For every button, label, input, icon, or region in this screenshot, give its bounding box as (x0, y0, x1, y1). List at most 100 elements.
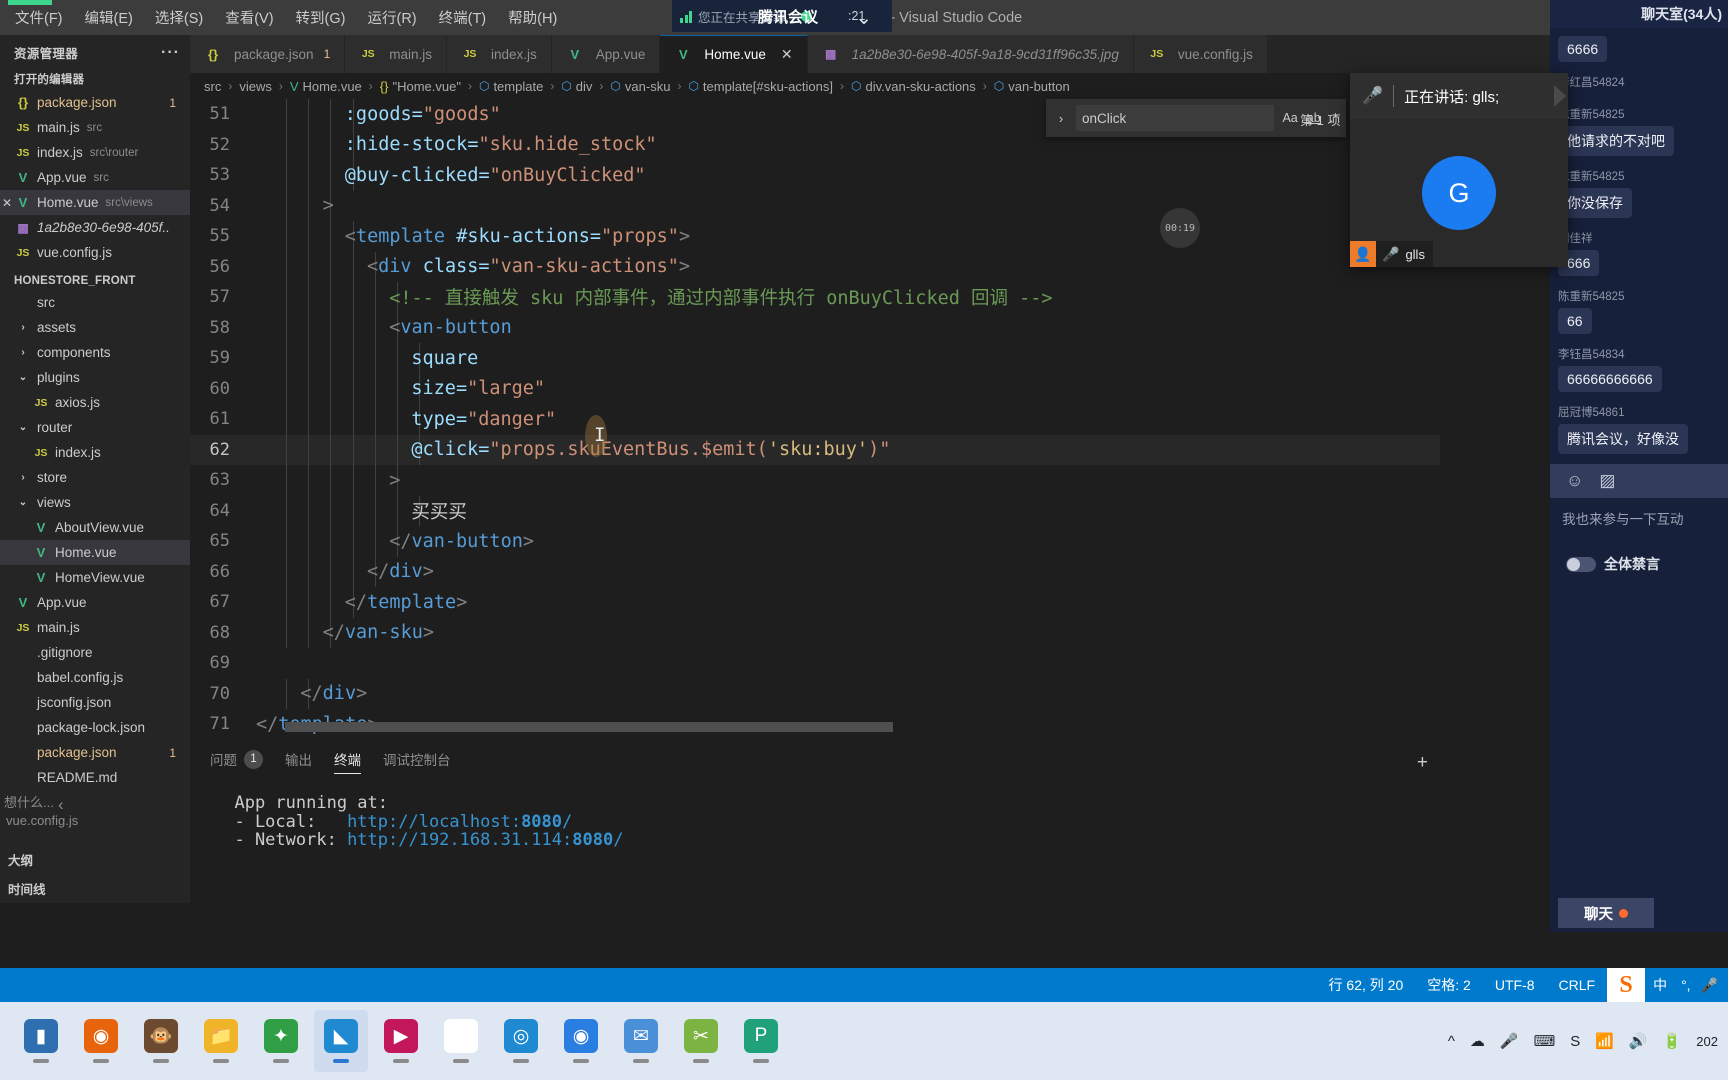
editor-tab[interactable]: JS vue.config.js (1133, 35, 1268, 73)
taskbar-firefox-icon[interactable]: ◉ (74, 1010, 128, 1072)
chevron-icon[interactable]: ⌄ (14, 497, 32, 508)
taskbar-media-player-icon[interactable]: ▶ (374, 1010, 428, 1072)
open-editor-item[interactable]: V App.vue src (0, 165, 190, 190)
taskbar-file-explorer-dark-icon[interactable]: ▮ (14, 1010, 68, 1072)
project-label[interactable]: HONESTORE_FRONT (0, 272, 190, 290)
tray-icon[interactable]: S (1570, 1033, 1580, 1050)
new-terminal-icon[interactable]: + (1417, 752, 1428, 774)
breadcrumb-item[interactable]: ⬡ template (479, 79, 543, 94)
tray-icon[interactable]: 🎤 (1500, 1032, 1519, 1050)
panel-tab[interactable]: 输出 (285, 742, 312, 776)
open-editor-item[interactable]: {} package.json 1 (0, 90, 190, 115)
editor-tab[interactable]: {} package.json 1 (190, 35, 346, 73)
editor-tab[interactable]: V Home.vue ✕ (660, 35, 808, 73)
menu-bar[interactable]: 文件(F) 编辑(E) 选择(S) 查看(V) 转到(G) 运行(R) 终端(T) 帮助(H) (0, 4, 568, 31)
system-tray[interactable]: ^ ☁ 🎤 ⌨ S 📶 🔊 🔋 202 (1448, 1032, 1718, 1051)
code-line[interactable]: 56 <div class="van-sku-actions"> (190, 251, 1440, 282)
chat-message-list[interactable]: 6666 李红昌54824 陈重新54825 他请求的不对吧 陈重新54825 你没保存刘… (1550, 28, 1728, 464)
cursor-position[interactable]: 行 62, 列 20 (1317, 968, 1416, 1002)
editor-tab[interactable]: JS main.js (345, 35, 448, 73)
file-tree-item[interactable]: package.json 1 (0, 740, 190, 765)
find-input[interactable]: onClick (1076, 105, 1275, 131)
file-tree-item[interactable]: › store (0, 465, 190, 490)
mute-all-toggle[interactable] (1566, 556, 1596, 572)
file-tree-item[interactable]: JS main.js (0, 615, 190, 640)
code-line[interactable]: 68 </van-sku> (190, 617, 1440, 648)
ime-punctuation[interactable]: °, (1675, 968, 1697, 1002)
file-tree-item[interactable]: ⌄ plugins (0, 365, 190, 390)
breadcrumb-item[interactable]: {} "Home.vue" (380, 79, 461, 94)
code-editor[interactable]: 51:goods="goods" 52:hide-stock="sku.hide_… (190, 99, 1440, 739)
taskbar-pycharm-icon[interactable]: P (734, 1010, 788, 1072)
file-tree-item[interactable]: README.md (0, 765, 190, 790)
mute-all-row[interactable]: 全体禁言 (1550, 548, 1728, 580)
breadcrumb-item[interactable]: ⬡ van-button (994, 79, 1070, 94)
menu-item-1[interactable]: 编辑(E) (74, 4, 144, 31)
close-icon[interactable]: ✕ (2, 196, 12, 210)
code-line[interactable]: 67 </template> (190, 587, 1440, 618)
open-editor-item[interactable]: ✕ V Home.vue src\views (0, 190, 190, 215)
file-tree-item[interactable]: ⌄ router (0, 415, 190, 440)
file-tree-item[interactable]: V AboutView.vue (0, 515, 190, 540)
editor-tab[interactable]: V App.vue (551, 35, 661, 73)
tray-icon[interactable]: 🔋 (1663, 1032, 1682, 1050)
taskbar-store-icon[interactable]: ✦ (254, 1010, 308, 1072)
chevron-down-icon[interactable]: ⌄ (856, 7, 872, 30)
code-line[interactable]: 62 @click="props.skuEventBus.$emit('sku:b… (190, 434, 1440, 465)
tray-icon[interactable]: 📶 (1595, 1032, 1614, 1050)
menu-item-5[interactable]: 运行(R) (356, 4, 427, 31)
chat-tab-button[interactable]: 聊天 (1558, 898, 1654, 928)
file-tree-item[interactable]: jsconfig.json (0, 690, 190, 715)
menu-item-4[interactable]: 转到(G) (285, 4, 357, 31)
chevron-icon[interactable]: › (14, 472, 32, 483)
code-line[interactable]: 58 <van-button (190, 312, 1440, 343)
indentation[interactable]: 空格: 2 (1415, 968, 1483, 1002)
breadcrumb-item[interactable]: V Home.vue (290, 79, 362, 94)
image-upload-icon[interactable]: ▨ (1599, 471, 1615, 491)
code-line[interactable]: 66 </div> (190, 556, 1440, 587)
code-line[interactable]: 53 @buy-clicked="onBuyClicked" (190, 160, 1440, 191)
find-expand-chevron-icon[interactable]: › (1054, 111, 1068, 126)
chat-input[interactable]: 我也来参与一下互动 (1550, 498, 1728, 548)
chevron-icon[interactable]: ⌄ (14, 422, 32, 433)
terminal-port[interactable]: 8080 (572, 830, 613, 850)
taskbar-apps[interactable]: ▮ ◉ 🐵 📁 ✦ ◣ ▶ T ◎ ◉ ✉ ✂ P (0, 1010, 788, 1072)
code-line[interactable]: 59 square (190, 343, 1440, 374)
open-editor-item[interactable]: JS vue.config.js (0, 240, 190, 265)
active-speaker-window[interactable]: 🎤 正在讲话: glls; G 👤 🎤 glls (1350, 73, 1568, 267)
tab-close-icon[interactable]: ✕ (781, 46, 793, 63)
file-tree-item[interactable]: › components (0, 340, 190, 365)
code-line[interactable]: 69 (190, 648, 1440, 679)
emoji-icon[interactable]: ☺ (1566, 471, 1583, 491)
taskbar-edge-icon[interactable]: ◎ (494, 1010, 548, 1072)
match-case-icon[interactable]: Aa (1282, 111, 1297, 125)
menu-item-7[interactable]: 帮助(H) (497, 4, 568, 31)
file-tree-item[interactable]: V App.vue (0, 590, 190, 615)
file-tree-item[interactable]: JS index.js (0, 440, 190, 465)
editor-horizontal-scrollbar[interactable] (285, 722, 893, 732)
chat-toolbar[interactable]: ☺ ▨ (1550, 464, 1728, 498)
taskbar-file-explorer-icon[interactable]: 📁 (194, 1010, 248, 1072)
file-tree-item[interactable]: .gitignore (0, 640, 190, 665)
breadcrumb-item[interactable]: ⬡ van-sku (610, 79, 670, 94)
terminal-output[interactable]: App running at: - Local: http://localhos… (190, 776, 1440, 850)
menu-item-3[interactable]: 查看(V) (214, 4, 284, 31)
menu-item-6[interactable]: 终端(T) (428, 4, 498, 31)
editor-tab[interactable]: JS index.js (447, 35, 552, 73)
sogou-ime-icon[interactable]: S (1607, 968, 1646, 1002)
file-tree-item[interactable]: src (0, 290, 190, 315)
file-tree-item[interactable]: V HomeView.vue (0, 565, 190, 590)
tray-icon[interactable]: 🔊 (1629, 1032, 1648, 1050)
code-line[interactable]: 64 买买买 (190, 495, 1440, 526)
code-line[interactable]: 65 </van-button> (190, 526, 1440, 557)
panel-tab[interactable]: 终端 (334, 742, 361, 776)
file-tree-item[interactable]: V Home.vue (0, 540, 190, 565)
ime-mode[interactable]: 中 (1645, 968, 1675, 1002)
taskbar-mail-icon[interactable]: ✉ (614, 1010, 668, 1072)
code-line[interactable]: 63 > (190, 465, 1440, 496)
code-line[interactable]: 70 </div> (190, 678, 1440, 709)
taskbar-snipaste-icon[interactable]: ✂ (674, 1010, 728, 1072)
collapse-chevron-icon[interactable]: ‹ (58, 795, 64, 815)
open-editor-item[interactable]: ▩ 1a2b8e30-6e98-405f.. (0, 215, 190, 240)
tray-icon[interactable]: ^ (1448, 1033, 1455, 1050)
